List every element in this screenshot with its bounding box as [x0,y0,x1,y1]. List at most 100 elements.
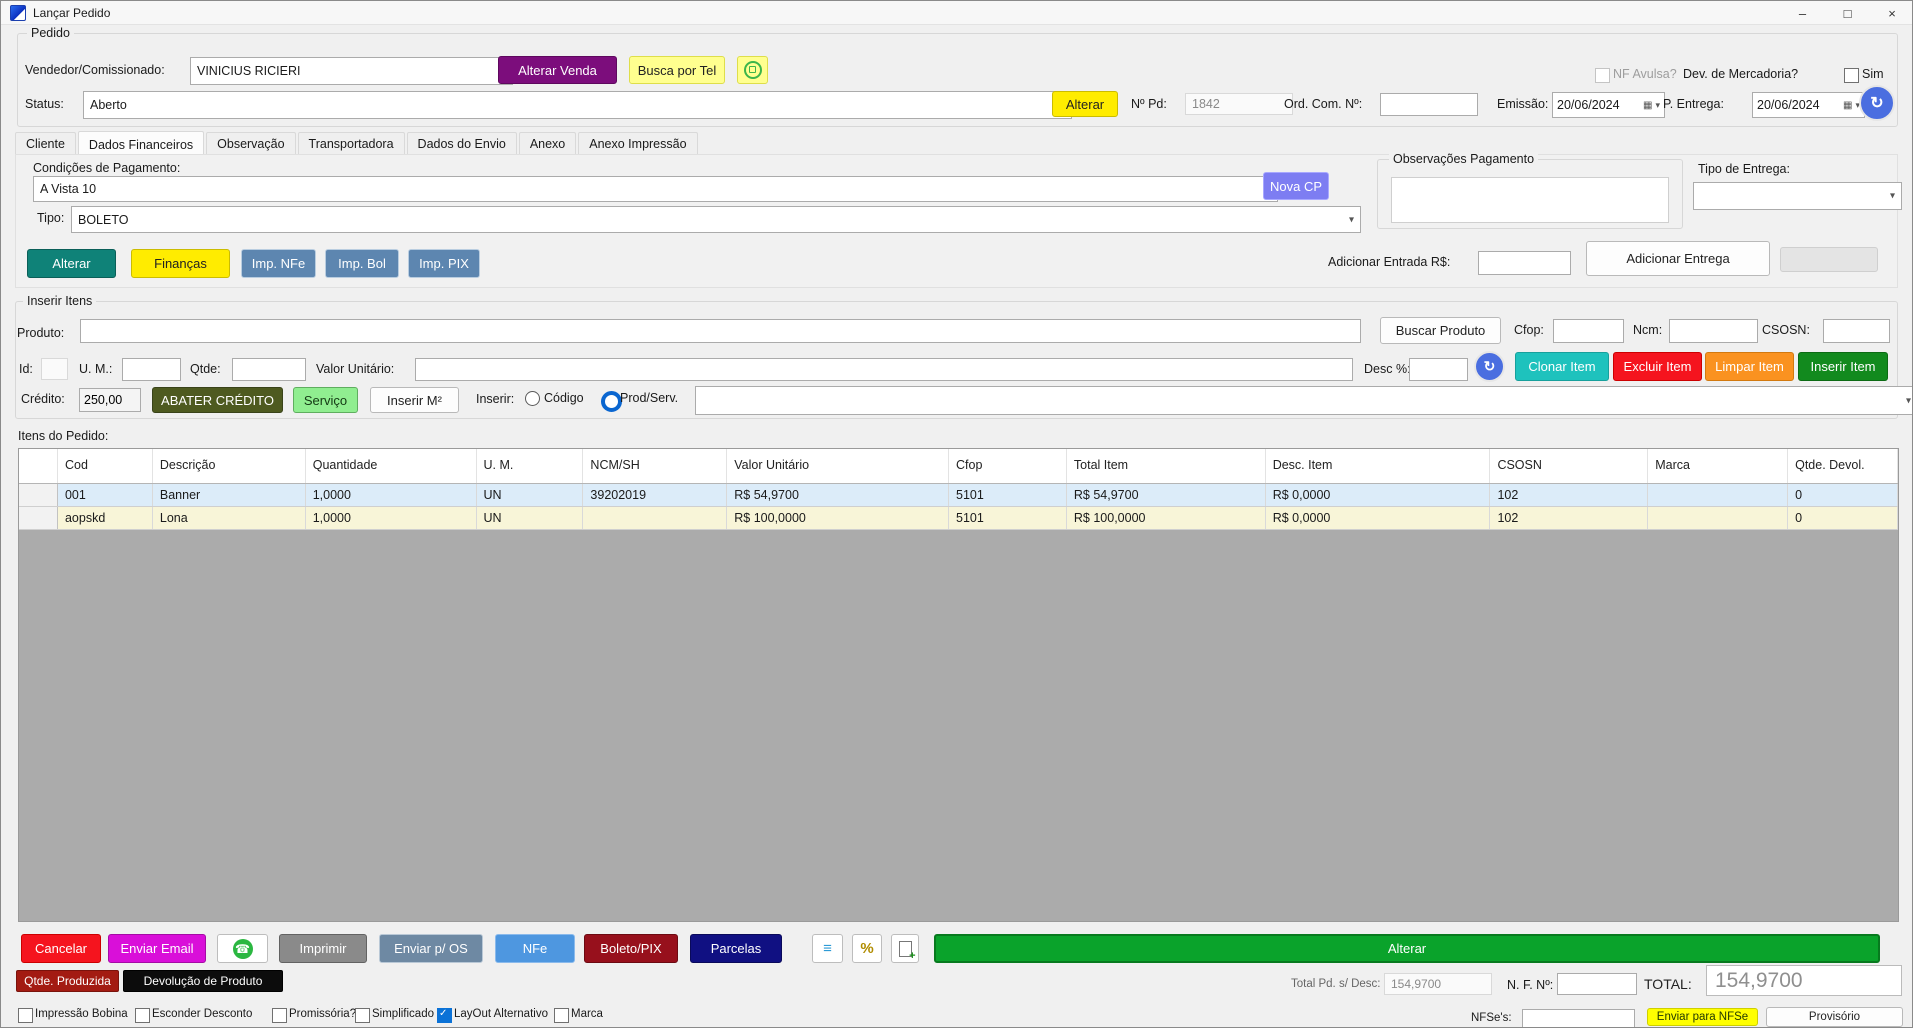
enviar-email-button[interactable]: Enviar Email [108,934,206,963]
nova-cp-button[interactable]: Nova CP [1263,172,1329,200]
add-document-button[interactable] [891,934,919,963]
column-header[interactable]: Total Item [1067,449,1266,483]
tab-dados-financeiros[interactable]: Dados Financeiros [78,131,204,156]
tab-transportadora[interactable]: Transportadora [298,132,405,155]
checkbox-layout-alternativo[interactable] [437,1008,452,1023]
checkbox-marca[interactable] [554,1008,569,1023]
nfse-input[interactable] [1522,1009,1635,1028]
column-header[interactable]: CSOSN [1490,449,1648,483]
condicoes-select[interactable]: A Vista 10 [33,176,1278,202]
ord-com-input[interactable] [1380,93,1478,116]
alterar-venda-button[interactable]: Alterar Venda [498,56,617,84]
tab-dados-do-envio[interactable]: Dados do Envio [407,132,517,155]
column-header[interactable]: Quantidade [306,449,477,483]
inserir-item-button[interactable]: Inserir Item [1798,352,1888,381]
close-button[interactable]: × [1870,1,1913,25]
excluir-item-button[interactable]: Excluir Item [1613,352,1702,381]
tab-anexo[interactable]: Anexo [519,132,576,155]
parcelas-button[interactable]: Parcelas [690,934,782,963]
p-entrega-datepicker[interactable]: 20/06/2024 ▦▾ [1752,92,1865,118]
pagamento-alterar-button[interactable]: Alterar [27,249,116,278]
servico-button[interactable]: Serviço [293,387,358,413]
column-header[interactable]: Desc. Item [1266,449,1491,483]
ncm-input[interactable] [1669,319,1758,343]
column-header[interactable]: Marca [1648,449,1788,483]
column-header[interactable]: Valor Unitário [727,449,949,483]
devolucao-produto-button[interactable]: Devolução de Produto [123,970,283,992]
column-header[interactable]: U. M. [477,449,584,483]
imp-nfe-button[interactable]: Imp. NFe [241,249,316,278]
desc-input[interactable] [1409,358,1468,381]
adicionar-entrada-input[interactable] [1478,251,1571,275]
financas-button[interactable]: Finanças [131,249,230,278]
qtde-input[interactable] [232,358,306,381]
tipo-entrega-select[interactable] [1693,182,1902,210]
column-header[interactable]: Cfop [949,449,1067,483]
tab-cliente[interactable]: Cliente [15,132,76,155]
percent-button[interactable]: % [852,934,882,963]
adicionar-entrada-label: Adicionar Entrada R$: [1328,255,1450,269]
table-row[interactable]: aopskdLona1,0000UNR$ 100,00005101R$ 100,… [19,507,1898,530]
prod-serv-select[interactable] [695,386,1913,415]
inserir-mode-label: Inserir: [476,392,514,406]
list-icon: ≡ [823,940,832,957]
csosn-input[interactable] [1823,319,1890,343]
whatsapp-button[interactable]: ☎ [217,934,268,963]
tab-anexo-impressao[interactable]: Anexo Impressão [578,132,697,155]
list-button[interactable]: ≡ [812,934,843,963]
refresh-icon: ↻ [1870,93,1883,113]
nf-numero-input[interactable] [1557,973,1637,995]
nfe-button[interactable]: NFe [495,934,575,963]
column-header[interactable] [19,449,58,483]
busca-tel-copy-button[interactable] [737,56,768,84]
observacoes-textarea[interactable] [1391,177,1669,223]
imp-pix-button[interactable]: Imp. PIX [408,249,480,278]
adicionar-entrega-button[interactable]: Adicionar Entrega [1586,241,1770,276]
provisorio-button[interactable]: Provisório [1766,1007,1903,1027]
table-cell [583,507,727,529]
boleto-pix-button[interactable]: Boleto/PIX [584,934,678,963]
status-select[interactable]: Aberto [83,91,1072,119]
column-header[interactable]: Qtde. Devol. [1788,449,1898,483]
radio-prodserv[interactable] [601,391,622,412]
tab-observacao[interactable]: Observação [206,132,295,155]
sim-checkbox[interactable] [1844,68,1859,83]
imprimir-button[interactable]: Imprimir [279,934,367,963]
checkbox-impressao-bobina[interactable] [18,1008,33,1023]
imp-bol-button[interactable]: Imp. Bol [325,249,399,278]
checkbox-esconder-desconto[interactable] [135,1008,150,1023]
emissao-datepicker[interactable]: 20/06/2024 ▦▾ [1552,92,1665,118]
maximize-button[interactable]: □ [1825,1,1870,25]
clonar-item-button[interactable]: Clonar Item [1515,352,1609,381]
buscar-produto-button[interactable]: Buscar Produto [1380,317,1501,344]
cancelar-button[interactable]: Cancelar [21,934,101,963]
abater-credito-button[interactable]: ABATER CRÉDITO [152,387,283,413]
busca-por-tel-button[interactable]: Busca por Tel [629,56,725,84]
inserir-m2-button[interactable]: Inserir M² [370,387,459,413]
cfop-input[interactable] [1553,319,1624,343]
column-header[interactable]: NCM/SH [583,449,727,483]
checkbox-simplificado[interactable] [355,1008,370,1023]
alterar-main-button[interactable]: Alterar [934,934,1880,963]
tipo-select[interactable]: BOLETO [71,206,1361,233]
valor-unitario-input[interactable] [415,358,1353,381]
produto-input[interactable] [80,319,1361,343]
radio-codigo[interactable] [525,391,540,406]
column-header[interactable]: Descrição [153,449,306,483]
num-pd-value: 1842 [1185,93,1293,115]
item-refresh-button[interactable]: ↻ [1474,351,1505,382]
ncm-label: Ncm: [1633,323,1662,337]
table-row[interactable]: 001Banner1,0000UN39202019R$ 54,97005101R… [19,484,1898,507]
qtde-produzida-button[interactable]: Qtde. Produzida [16,970,119,992]
vendedor-select[interactable]: VINICIUS RICIERI [190,57,513,85]
enviar-os-button[interactable]: Enviar p/ OS [379,934,483,963]
credito-input[interactable] [79,388,141,412]
um-input[interactable] [122,358,181,381]
enviar-nfse-button[interactable]: Enviar para NFSe [1647,1008,1758,1026]
limpar-item-button[interactable]: Limpar Item [1705,352,1794,381]
checkbox-promissoria[interactable] [272,1008,287,1023]
refresh-button[interactable]: ↻ [1859,85,1895,121]
column-header[interactable]: Cod [58,449,153,483]
status-alterar-button[interactable]: Alterar [1052,91,1118,117]
minimize-button[interactable]: – [1780,1,1825,25]
